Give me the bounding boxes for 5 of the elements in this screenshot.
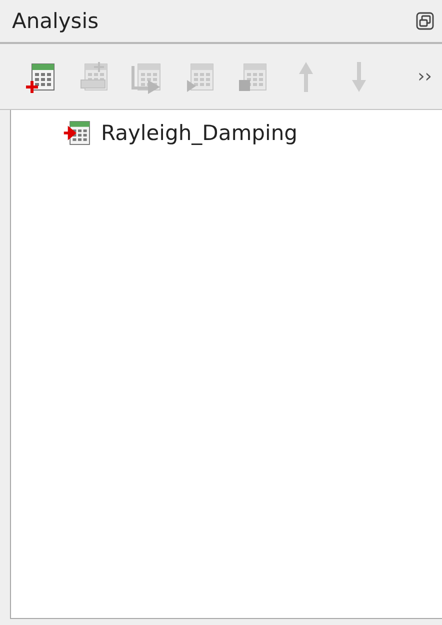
float-icon[interactable]: [416, 12, 434, 30]
sheet-arrow-icon: [63, 118, 93, 148]
overflow-button[interactable]: ››: [414, 66, 436, 87]
panel-title: Analysis: [12, 9, 99, 33]
tree-item[interactable]: Rayleigh_Damping: [11, 118, 442, 148]
